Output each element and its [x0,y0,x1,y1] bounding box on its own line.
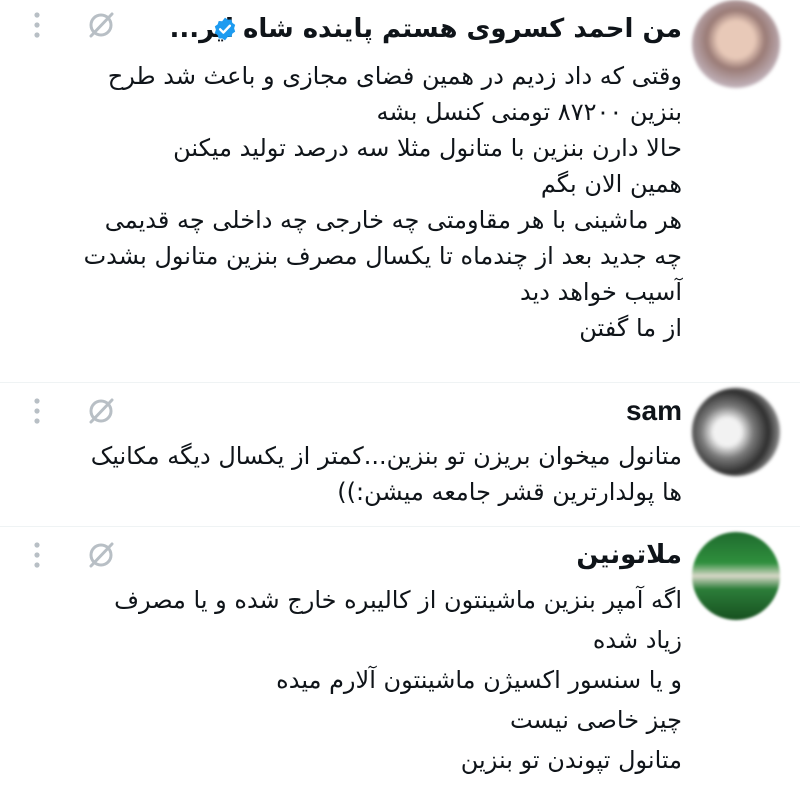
muted-circle-icon[interactable] [86,10,116,40]
avatar[interactable] [692,0,780,88]
muted-circle-icon[interactable] [86,396,116,426]
post-text: وقتی که داد زدیم در همین فضای مجازی و با… [32,58,682,346]
post-text: اگه آمپر بنزین ماشینتون از کالیبره خارج … [32,580,682,780]
avatar[interactable] [692,388,780,476]
post-text: متانول میخوان بریزن تو بنزین...کمتر از ی… [32,438,682,510]
muted-circle-icon[interactable] [86,540,116,570]
text-line: حالا دارن بنزین با متانول مثلا سه درصد ت… [173,134,682,162]
more-vertical-icon[interactable] [32,396,42,426]
text-line: و یا سنسور اکسیژن ماشینتون آلارم میده [276,666,682,694]
text-line: آسیب خواهد دید [520,278,682,306]
text-line: چه جدید بعد از چندماه تا یکسال مصرف بنزی… [83,242,682,270]
text-line: چیز خاصی نیست [509,706,682,734]
author-name[interactable]: من احمد کسروی هستم پاینده شاه ایر... [169,12,682,46]
text-line: متانول تپوندن تو بنزین [460,746,682,774]
divider [0,526,800,527]
divider [0,382,800,383]
author-name[interactable]: ملاتونین [576,538,682,572]
text-line: بنزین ۸۷۲۰۰ تومنی کنسل بشه [376,98,682,126]
text-line: هر ماشینی با هر مقاومتی چه خارجی چه داخل… [104,206,682,234]
verified-badge-icon [214,17,236,41]
text-line: ها پولدارترین قشر جامعه میشن:)) [337,478,682,506]
more-vertical-icon[interactable] [32,540,42,570]
text-line: متانول میخوان بریزن تو بنزین...کمتر از ی… [90,442,682,470]
text-line: اگه آمپر بنزین ماشینتون از کالیبره خارج … [114,586,682,614]
text-line: از ما گفتن [579,314,682,342]
avatar[interactable] [692,532,780,620]
text-line: همین الان بگم [540,170,682,198]
text-line: وقتی که داد زدیم در همین فضای مجازی و با… [107,62,682,90]
text-line: زیاد شده [592,626,682,654]
author-name[interactable]: sam [626,394,682,428]
more-vertical-icon[interactable] [32,10,42,40]
